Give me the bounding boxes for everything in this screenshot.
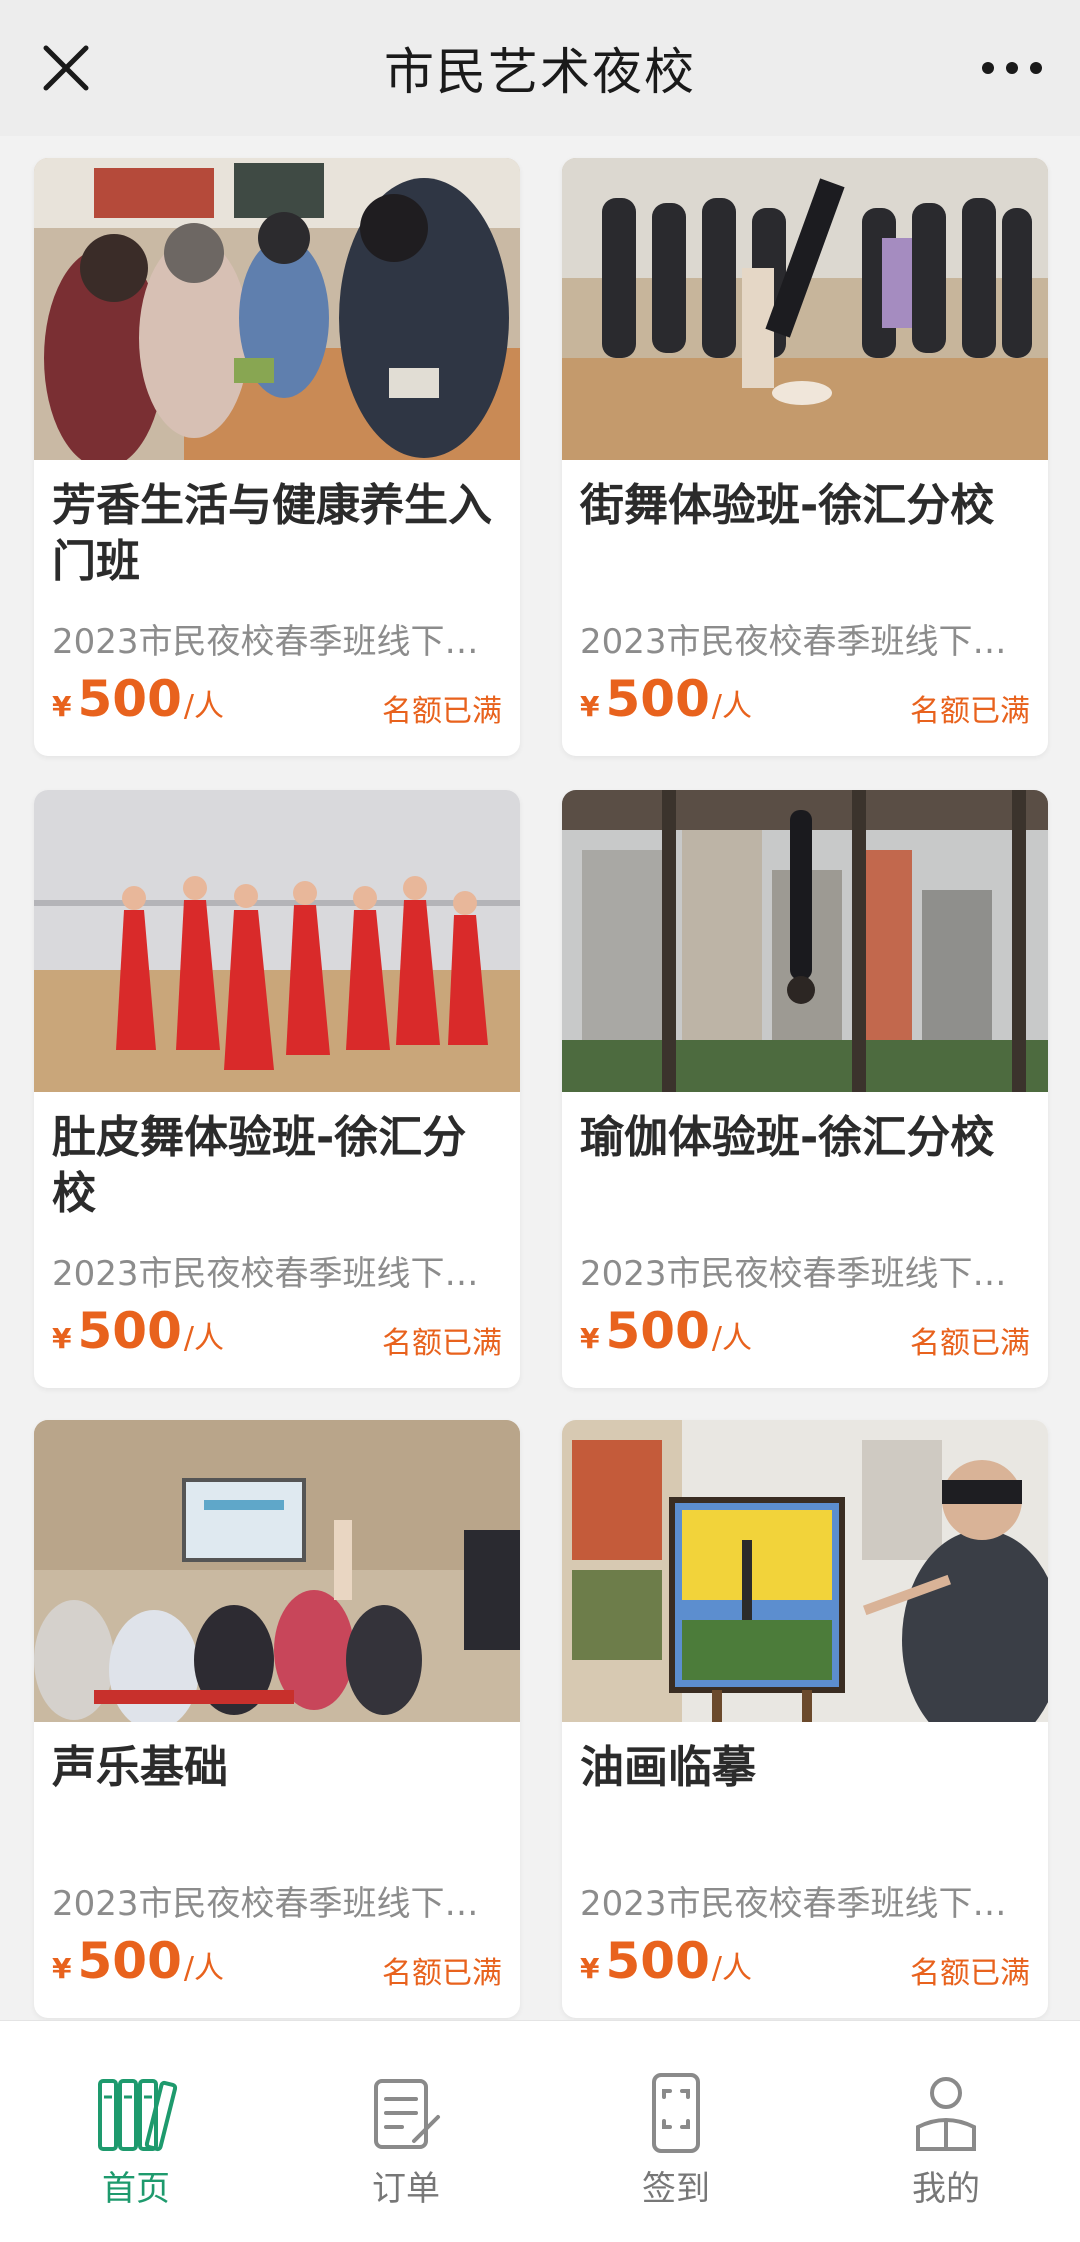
price-value: 500 <box>77 670 182 728</box>
currency-symbol: ¥ <box>580 1322 600 1355</box>
enrollment-status: 名额已满 <box>910 1326 1030 1361</box>
tab-checkin[interactable]: 签到 <box>596 2071 756 2221</box>
price-value: 500 <box>77 1932 182 1990</box>
more-dot-icon <box>1030 62 1042 74</box>
course-subtitle: 2023市民夜校春季班线下课程 <box>52 622 492 662</box>
course-card[interactable]: 肚皮舞体验班-徐汇分校 2023市民夜校春季班线下课程 ¥ 500 /人 名额已… <box>34 790 520 1388</box>
currency-symbol: ¥ <box>580 690 600 723</box>
course-title: 芳香生活与健康养生入门班 <box>52 480 492 587</box>
course-price: ¥ 500 /人 <box>580 1302 752 1360</box>
more-options-button[interactable] <box>972 36 1052 100</box>
course-grid: 芳香生活与健康养生入门班 2023市民夜校春季班线下课程 ¥ 500 /人 名额… <box>0 136 1080 2020</box>
price-unit: /人 <box>711 689 752 724</box>
tab-label: 签到 <box>642 2169 710 2209</box>
price-unit: /人 <box>711 1321 752 1356</box>
price-value: 500 <box>77 1302 182 1360</box>
course-title: 肚皮舞体验班-徐汇分校 <box>52 1112 467 1219</box>
tab-label: 我的 <box>912 2169 980 2209</box>
course-subtitle: 2023市民夜校春季班线下课程 <box>580 1254 1020 1294</box>
currency-symbol: ¥ <box>52 1322 72 1355</box>
tab-label: 首页 <box>102 2169 170 2209</box>
price-unit: /人 <box>183 689 224 724</box>
tab-profile[interactable]: 我的 <box>866 2071 1026 2221</box>
course-image <box>34 790 520 1092</box>
tab-label: 订单 <box>372 2169 440 2209</box>
close-button[interactable] <box>34 36 98 100</box>
price-unit: /人 <box>183 1951 224 1986</box>
course-card[interactable]: 油画临摹 2023市民夜校春季班线下课程 ¥ 500 /人 名额已满 <box>562 1420 1048 2018</box>
profile-user-icon <box>916 2077 976 2151</box>
course-price: ¥ 500 /人 <box>580 1932 752 1990</box>
close-icon <box>43 45 89 91</box>
more-dot-icon <box>982 62 994 74</box>
course-card[interactable]: 瑜伽体验班-徐汇分校 2023市民夜校春季班线下课程 ¥ 500 /人 名额已满 <box>562 790 1048 1388</box>
course-image <box>562 158 1048 460</box>
enrollment-status: 名额已满 <box>910 1956 1030 1991</box>
scan-phone-icon <box>652 2073 700 2153</box>
price-value: 500 <box>605 1932 710 1990</box>
course-title: 声乐基础 <box>52 1742 228 1793</box>
home-books-icon <box>98 2079 178 2152</box>
more-dot-icon <box>1006 62 1018 74</box>
price-value: 500 <box>605 1302 710 1360</box>
tab-orders[interactable]: 订单 <box>326 2071 486 2221</box>
course-subtitle: 2023市民夜校春季班线下课程 <box>52 1884 492 1924</box>
course-title: 瑜伽体验班-徐汇分校 <box>580 1112 995 1163</box>
course-price: ¥ 500 /人 <box>52 1932 224 1990</box>
currency-symbol: ¥ <box>52 1952 72 1985</box>
price-value: 500 <box>605 670 710 728</box>
course-subtitle: 2023市民夜校春季班线下课程 <box>52 1254 492 1294</box>
course-subtitle: 2023市民夜校春季班线下课程 <box>580 1884 1020 1924</box>
course-image <box>562 790 1048 1092</box>
order-list-icon <box>374 2079 440 2149</box>
course-title: 油画临摹 <box>580 1742 756 1793</box>
top-bar: 市民艺术夜校 <box>0 0 1080 136</box>
page-title: 市民艺术夜校 <box>384 43 696 101</box>
price-unit: /人 <box>711 1951 752 1986</box>
course-price: ¥ 500 /人 <box>52 1302 224 1360</box>
course-card[interactable]: 街舞体验班-徐汇分校 2023市民夜校春季班线下课程 ¥ 500 /人 名额已满 <box>562 158 1048 756</box>
course-card[interactable]: 芳香生活与健康养生入门班 2023市民夜校春季班线下课程 ¥ 500 /人 名额… <box>34 158 520 756</box>
course-title: 街舞体验班-徐汇分校 <box>580 480 995 531</box>
bottom-tab-bar: 首页 订单 签到 我的 <box>0 2020 1080 2242</box>
enrollment-status: 名额已满 <box>910 694 1030 729</box>
enrollment-status: 名额已满 <box>382 1956 502 1991</box>
course-image <box>34 158 520 460</box>
course-card[interactable]: 声乐基础 2023市民夜校春季班线下课程 ¥ 500 /人 名额已满 <box>34 1420 520 2018</box>
course-price: ¥ 500 /人 <box>580 670 752 728</box>
tab-home[interactable]: 首页 <box>56 2071 216 2221</box>
currency-symbol: ¥ <box>52 690 72 723</box>
enrollment-status: 名额已满 <box>382 1326 502 1361</box>
price-unit: /人 <box>183 1321 224 1356</box>
course-image <box>34 1420 520 1722</box>
course-image <box>562 1420 1048 1722</box>
currency-symbol: ¥ <box>580 1952 600 1985</box>
course-price: ¥ 500 /人 <box>52 670 224 728</box>
course-subtitle: 2023市民夜校春季班线下课程 <box>580 622 1020 662</box>
enrollment-status: 名额已满 <box>382 694 502 729</box>
